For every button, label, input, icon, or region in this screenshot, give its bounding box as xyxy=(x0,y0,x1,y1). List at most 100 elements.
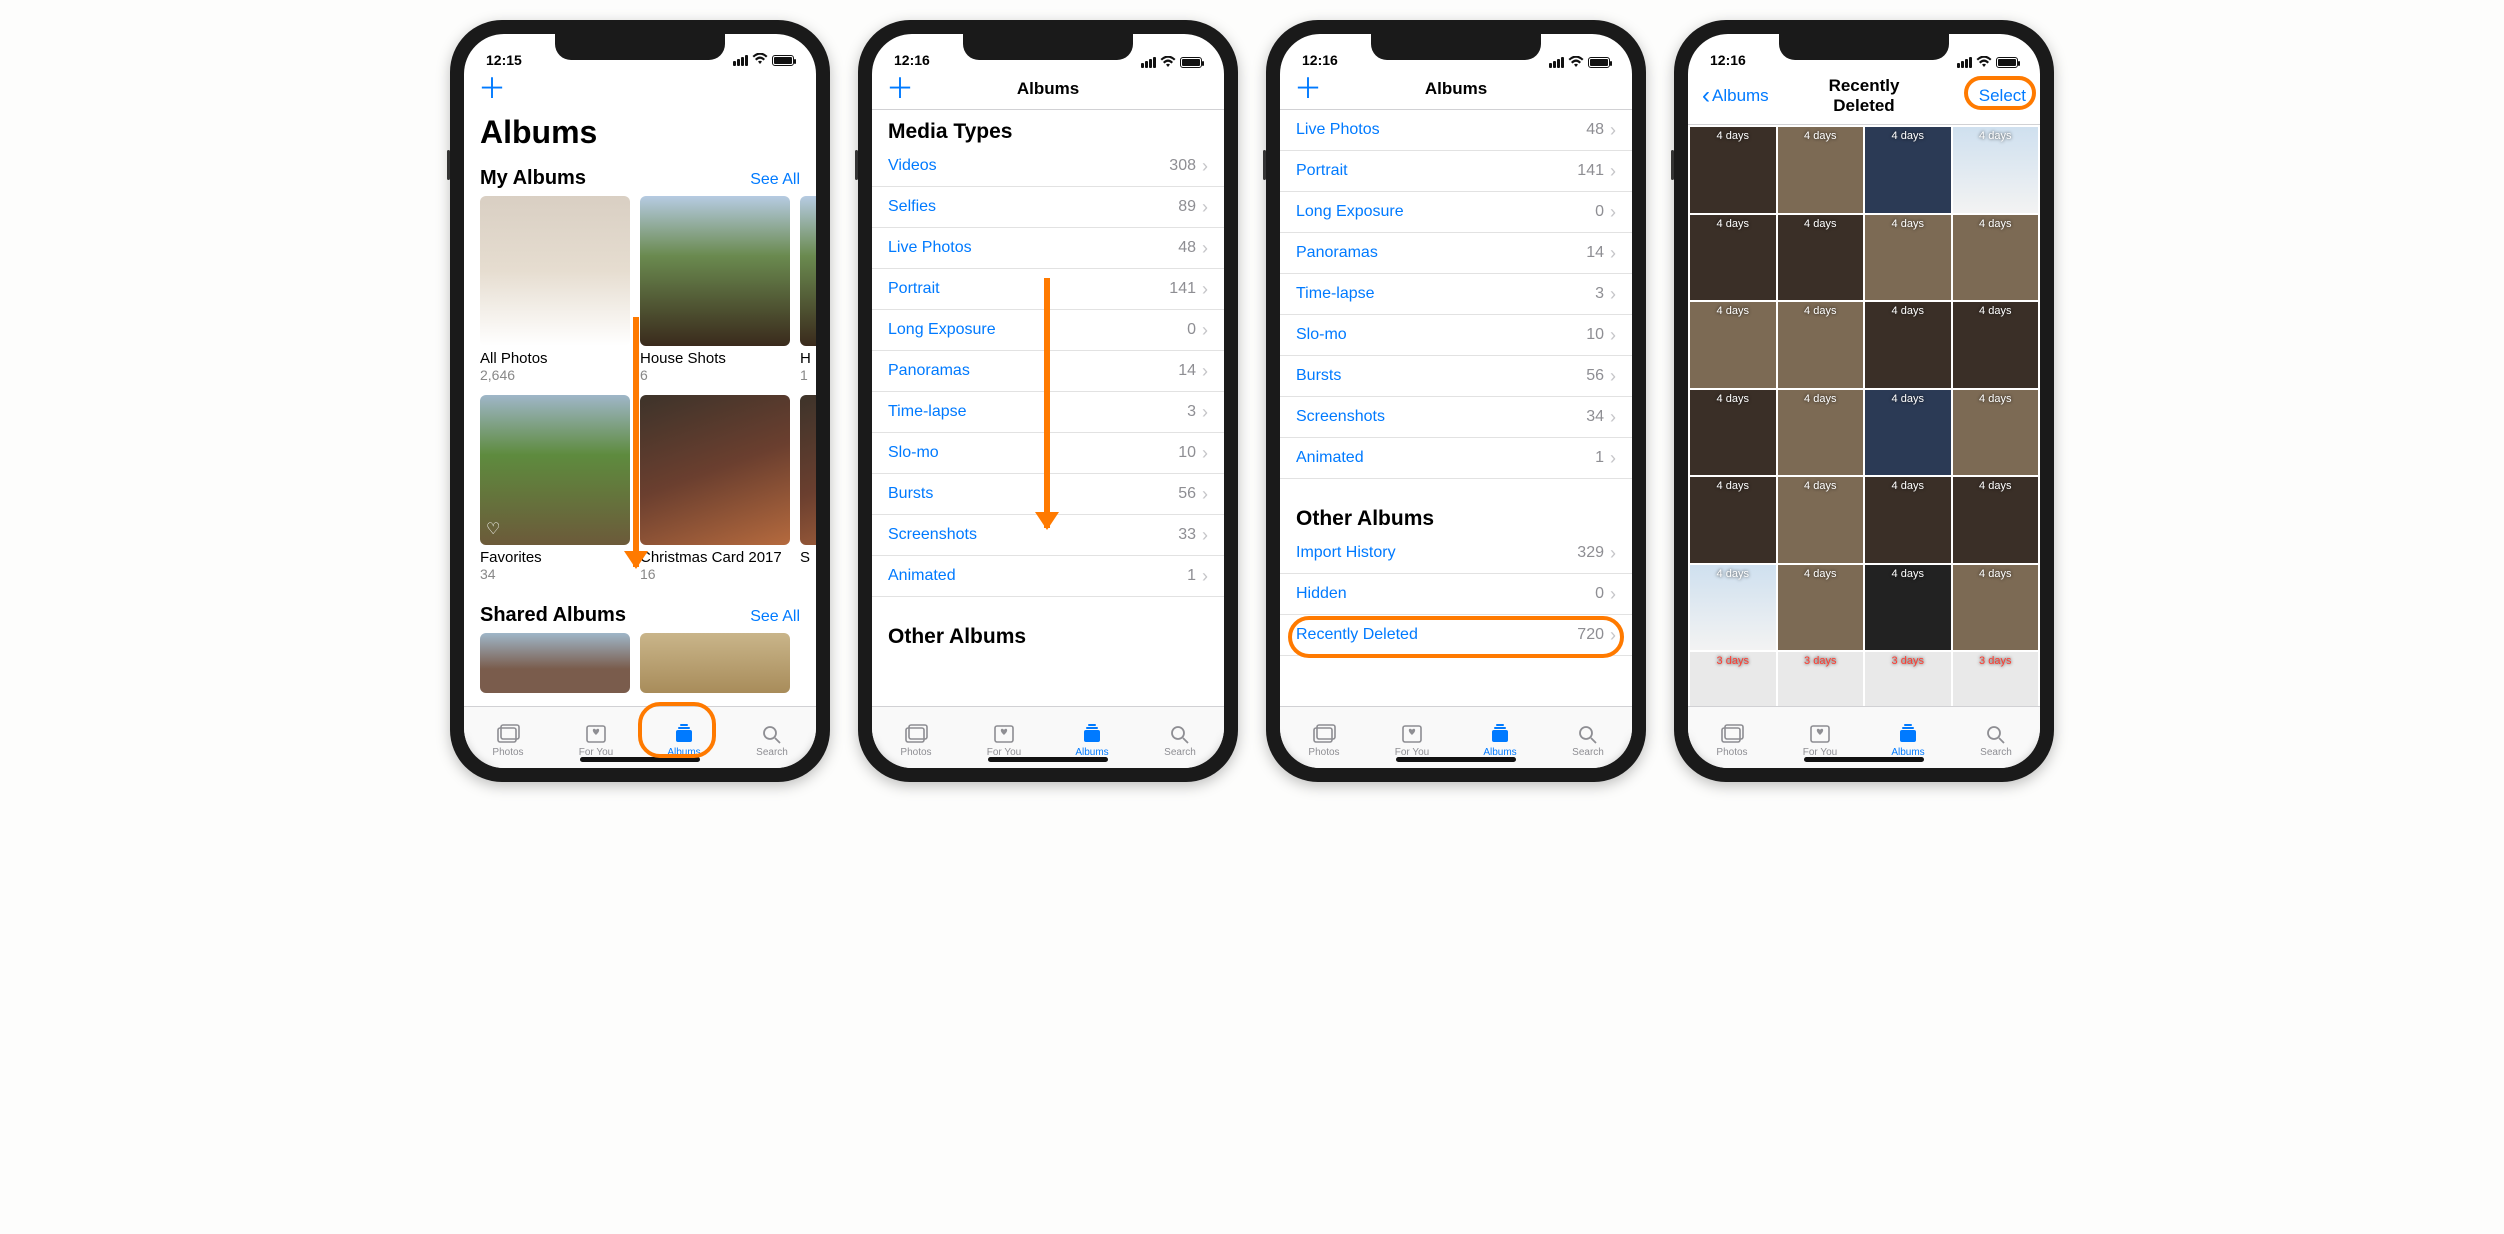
photo-cell[interactable]: 3 days xyxy=(1953,652,2039,706)
list-row[interactable]: Time-lapse3› xyxy=(1280,274,1632,315)
add-button[interactable]: ＋ xyxy=(1294,78,1322,100)
list-row-count: 33 xyxy=(1178,526,1196,544)
list-row-count: 10 xyxy=(1178,444,1196,462)
tab-search[interactable]: Search xyxy=(1136,707,1224,768)
list-row[interactable]: Recently Deleted720› xyxy=(1280,615,1632,656)
add-button[interactable]: ＋ xyxy=(478,78,506,100)
photo-cell[interactable]: 3 days xyxy=(1690,652,1776,706)
photo-cell[interactable]: 4 days xyxy=(1690,215,1776,301)
shared-album-1[interactable] xyxy=(480,633,630,693)
list-row-count: 56 xyxy=(1178,485,1196,503)
photo-cell[interactable]: 3 days xyxy=(1778,652,1864,706)
tab-photos[interactable]: Photos xyxy=(464,707,552,768)
days-remaining-label: 4 days xyxy=(1778,480,1864,492)
photo-cell[interactable]: 4 days xyxy=(1778,302,1864,388)
list-row[interactable]: Bursts56› xyxy=(1280,356,1632,397)
select-button[interactable]: Select xyxy=(1979,86,2026,105)
photo-cell[interactable]: 4 days xyxy=(1690,477,1776,563)
album-thumb xyxy=(480,196,630,346)
photo-cell[interactable]: 4 days xyxy=(1865,390,1951,476)
album-house-shots[interactable]: House Shots 6 xyxy=(640,196,790,383)
photo-cell[interactable]: 4 days xyxy=(1865,302,1951,388)
list-row[interactable]: Screenshots34› xyxy=(1280,397,1632,438)
photo-cell[interactable]: 4 days xyxy=(1953,565,2039,651)
list-row-count: 3 xyxy=(1187,403,1196,421)
photo-cell[interactable]: 4 days xyxy=(1865,215,1951,301)
album-favorites[interactable]: ♡ Favorites 34 xyxy=(480,395,630,582)
chevron-right-icon: › xyxy=(1610,205,1616,219)
tab-photos[interactable]: Photos xyxy=(1280,707,1368,768)
photo-cell[interactable]: 4 days xyxy=(1778,477,1864,563)
album-thumb xyxy=(640,395,790,545)
album-christmas-card[interactable]: Christmas Card 2017 16 xyxy=(640,395,790,582)
list-row[interactable]: Hidden0› xyxy=(1280,574,1632,615)
photo-cell[interactable]: 4 days xyxy=(1690,302,1776,388)
photo-cell[interactable]: 4 days xyxy=(1865,127,1951,213)
nav-bar: ＋ Albums xyxy=(1280,70,1632,110)
home-indicator[interactable] xyxy=(988,757,1108,762)
days-remaining-label: 4 days xyxy=(1690,393,1776,405)
list-row-label: Panoramas xyxy=(888,362,1178,380)
signal-icon xyxy=(733,55,748,66)
see-all-shared[interactable]: See All xyxy=(750,608,800,626)
chevron-right-icon: › xyxy=(1202,528,1208,542)
nav-bar: ＋ xyxy=(464,70,816,110)
shared-album-2[interactable] xyxy=(640,633,790,693)
home-indicator[interactable] xyxy=(580,757,700,762)
list-row-count: 3 xyxy=(1595,285,1604,303)
photo-cell[interactable]: 4 days xyxy=(1778,215,1864,301)
status-time: 12:16 xyxy=(894,52,930,68)
signal-icon xyxy=(1957,57,1972,68)
list-row[interactable]: Live Photos48› xyxy=(872,228,1224,269)
photo-cell[interactable]: 4 days xyxy=(1865,565,1951,651)
list-row-label: Bursts xyxy=(888,485,1178,503)
days-remaining-label: 4 days xyxy=(1865,480,1951,492)
back-button[interactable]: ‹ Albums xyxy=(1702,86,1797,106)
photo-cell[interactable]: 4 days xyxy=(1953,477,2039,563)
list-row[interactable]: Animated1› xyxy=(1280,438,1632,479)
album-all-photos[interactable]: All Photos 2,646 xyxy=(480,196,630,383)
wifi-icon xyxy=(1160,56,1176,68)
list-row-count: 56 xyxy=(1586,367,1604,385)
photo-cell[interactable]: 4 days xyxy=(1690,127,1776,213)
see-all-my-albums[interactable]: See All xyxy=(750,171,800,189)
album-partial[interactable]: H 1 xyxy=(800,196,816,383)
list-row[interactable]: Import History329› xyxy=(1280,533,1632,574)
list-row[interactable]: Animated1› xyxy=(872,556,1224,597)
list-row[interactable]: Portrait141› xyxy=(1280,151,1632,192)
photo-cell[interactable]: 4 days xyxy=(1778,390,1864,476)
tab-photos[interactable]: Photos xyxy=(872,707,960,768)
days-remaining-label: 4 days xyxy=(1953,305,2039,317)
photo-cell[interactable]: 4 days xyxy=(1865,477,1951,563)
photo-cell[interactable]: 4 days xyxy=(1953,127,2039,213)
photo-cell[interactable]: 4 days xyxy=(1953,390,2039,476)
add-button[interactable]: ＋ xyxy=(886,78,914,100)
list-row[interactable]: Long Exposure0› xyxy=(1280,192,1632,233)
photo-cell[interactable]: 4 days xyxy=(1953,215,2039,301)
photo-cell[interactable]: 4 days xyxy=(1778,127,1864,213)
photo-cell[interactable]: 4 days xyxy=(1953,302,2039,388)
list-row[interactable]: Panoramas14› xyxy=(1280,233,1632,274)
list-row-count: 1 xyxy=(1595,449,1604,467)
photo-cell[interactable]: 4 days xyxy=(1778,565,1864,651)
photo-cell[interactable]: 4 days xyxy=(1690,390,1776,476)
list-row-count: 34 xyxy=(1586,408,1604,426)
list-row[interactable]: Live Photos48› xyxy=(1280,110,1632,151)
photo-cell[interactable]: 3 days xyxy=(1865,652,1951,706)
home-indicator[interactable] xyxy=(1396,757,1516,762)
chevron-right-icon: › xyxy=(1202,323,1208,337)
album-partial-2[interactable]: S xyxy=(800,395,816,582)
list-row[interactable]: Selfies89› xyxy=(872,187,1224,228)
list-row-label: Long Exposure xyxy=(888,321,1187,339)
tab-search[interactable]: Search xyxy=(728,707,816,768)
days-remaining-label: 4 days xyxy=(1865,568,1951,580)
tab-search[interactable]: Search xyxy=(1952,707,2040,768)
tab-search[interactable]: Search xyxy=(1544,707,1632,768)
list-row[interactable]: Slo-mo10› xyxy=(1280,315,1632,356)
tab-photos[interactable]: Photos xyxy=(1688,707,1776,768)
chevron-right-icon: › xyxy=(1610,587,1616,601)
photo-cell[interactable]: 4 days xyxy=(1690,565,1776,651)
home-indicator[interactable] xyxy=(1804,757,1924,762)
list-row[interactable]: Videos308› xyxy=(872,146,1224,187)
heart-icon: ♡ xyxy=(486,519,500,539)
